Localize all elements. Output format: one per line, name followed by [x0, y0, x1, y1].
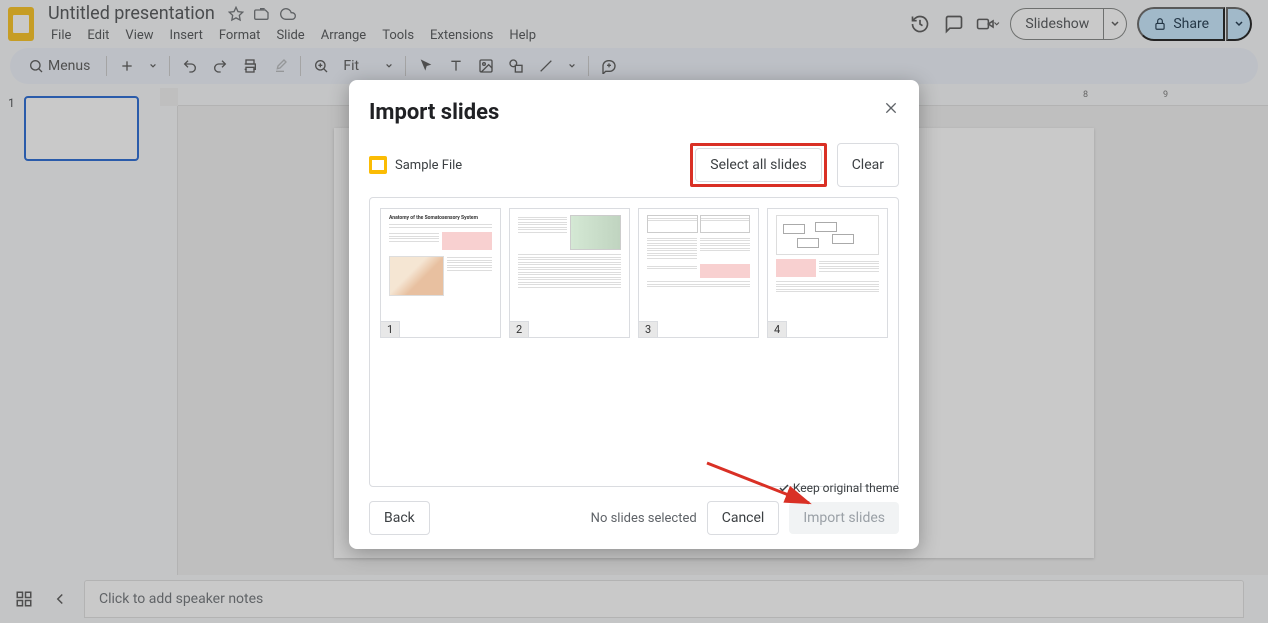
- import-slides-button[interactable]: Import slides: [789, 502, 899, 534]
- close-icon: [883, 100, 899, 116]
- close-button[interactable]: [881, 98, 901, 118]
- check-icon: [778, 482, 790, 494]
- modal-overlay: Import slides Sample File Select all sli…: [0, 0, 1268, 623]
- import-slide-1[interactable]: Anatomy of the Somatosensory System 1: [380, 208, 501, 338]
- dialog-title: Import slides: [369, 100, 899, 125]
- import-slide-2[interactable]: 2: [509, 208, 630, 338]
- slides-preview-grid: Anatomy of the Somatosensory System 1: [369, 197, 899, 487]
- source-file-name: Sample File: [395, 158, 462, 173]
- selection-status: No slides selected: [591, 511, 697, 526]
- select-all-button[interactable]: Select all slides: [695, 148, 821, 182]
- back-button[interactable]: Back: [369, 501, 430, 535]
- import-slides-dialog: Import slides Sample File Select all sli…: [349, 80, 919, 549]
- keep-original-theme-checkbox[interactable]: Keep original theme: [778, 481, 899, 495]
- slides-file-icon: [369, 156, 387, 174]
- slide-num-4: 4: [768, 321, 787, 337]
- annotation-highlight: Select all slides: [690, 143, 826, 187]
- keep-theme-label: Keep original theme: [793, 481, 899, 495]
- slide-num-3: 3: [639, 321, 658, 337]
- cancel-button[interactable]: Cancel: [707, 501, 780, 535]
- import-slide-4[interactable]: 4: [767, 208, 888, 338]
- slide-num-1: 1: [381, 321, 400, 337]
- slide-num-2: 2: [510, 321, 529, 337]
- import-slide-3[interactable]: 3: [638, 208, 759, 338]
- clear-button[interactable]: Clear: [837, 143, 899, 187]
